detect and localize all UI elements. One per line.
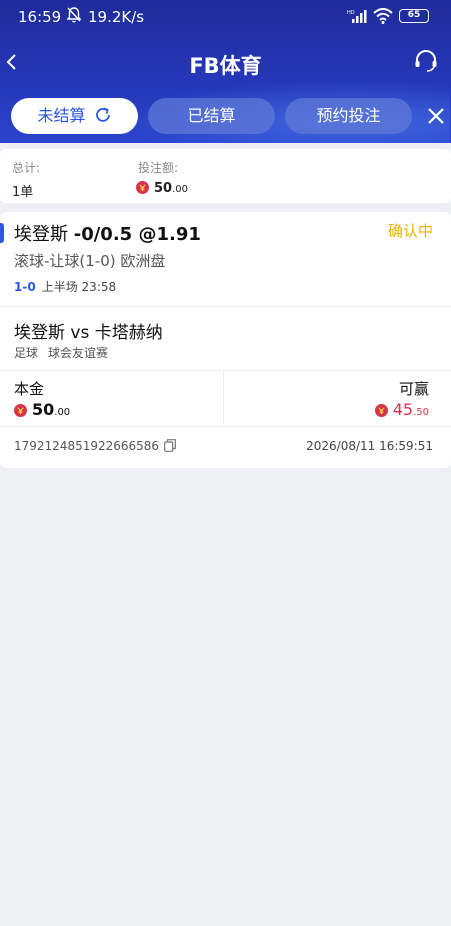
bet-amount-int: 50 [154, 181, 173, 196]
nav-bar: FB体育 [0, 42, 451, 86]
active-marker [0, 223, 4, 243]
bet-amount-value: 50.00 [136, 181, 188, 196]
order-id-text: 1792124851922666586 [14, 439, 160, 453]
divider [0, 426, 451, 427]
cny-coin-icon [14, 404, 27, 417]
market-type: 滚球-让球(1-0) 欧洲盘 [14, 252, 166, 270]
line-odds: -0/0.5 @1.91 [73, 224, 201, 245]
total-label: 总计: [12, 161, 41, 175]
close-icon[interactable] [427, 106, 445, 126]
status-icons: HD 65 [347, 8, 429, 24]
divider [0, 370, 451, 371]
status-bar: 16:59 19.2K/s HD 65 [0, 0, 451, 34]
live-score: 1-0 [14, 280, 36, 294]
svg-text:HD: HD [347, 10, 355, 16]
sport-name: 足球 [14, 346, 39, 360]
tab-settled[interactable]: 已结算 [148, 98, 275, 134]
divider [0, 306, 451, 307]
stake-label: 本金 [14, 380, 45, 398]
selection-team: 埃登斯 [14, 224, 68, 245]
match-name: 埃登斯 vs 卡塔赫纳 [14, 323, 163, 343]
tab-label: 已结算 [187, 106, 236, 125]
bet-amount-dec: .00 [172, 184, 188, 195]
league-info: 足球 球会友谊赛 [14, 344, 108, 361]
refresh-icon[interactable] [94, 106, 112, 124]
vertical-divider [223, 372, 224, 424]
hd-signal-icon: HD [347, 10, 367, 23]
status-badge: 确认中 [387, 222, 433, 240]
win-dec: .50 [413, 407, 429, 418]
bet-selection: 埃登斯 -0/0.5 @1.91 [14, 220, 201, 246]
tab-label: 未结算 [37, 106, 86, 125]
tab-reserved[interactable]: 预约投注 [285, 98, 412, 134]
cny-coin-icon [374, 404, 388, 417]
total-value: 1单 [12, 185, 34, 200]
match-period: 上半场 23:58 [41, 280, 117, 294]
tab-label: 预约投注 [316, 106, 381, 125]
order-time: 2026/08/11 16:59:51 [306, 439, 433, 453]
bet-summary: 总计: 1单 投注额: 50.00 [0, 149, 451, 203]
potential-win-label: 可赢 [398, 380, 429, 398]
win-int: 45 [392, 400, 414, 419]
headset-icon[interactable] [413, 48, 439, 74]
tab-unsettled[interactable]: 未结算 [11, 98, 138, 134]
order-id: 1792124851922666586 [14, 439, 176, 453]
network-speed: 19.2K/s [88, 8, 145, 26]
copy-icon[interactable] [164, 439, 176, 452]
status-time: 16:59 [18, 8, 62, 26]
stake-int: 50 [32, 400, 55, 419]
page-title: FB体育 [189, 54, 262, 78]
battery-icon: 65 [399, 9, 429, 23]
wifi-icon [373, 8, 393, 24]
bell-off-icon [66, 7, 82, 23]
live-info: 1-0 上半场 23:58 [14, 278, 116, 295]
bet-card[interactable]: 埃登斯 -0/0.5 @1.91 确认中 滚球-让球(1-0) 欧洲盘 1-0 上… [0, 212, 451, 468]
league-name: 球会友谊赛 [48, 346, 109, 360]
potential-win-value: 45.50 [374, 400, 429, 419]
header: 16:59 19.2K/s HD 65 FB体育 未结算 已结算 预约投注 [0, 0, 451, 143]
bet-amount-label: 投注额: [138, 161, 179, 175]
stake-dec: .00 [54, 407, 71, 418]
bet-tabs: 未结算 已结算 预约投注 [0, 98, 451, 134]
cny-coin-icon [136, 181, 149, 194]
stake-value: 50.00 [14, 400, 70, 419]
